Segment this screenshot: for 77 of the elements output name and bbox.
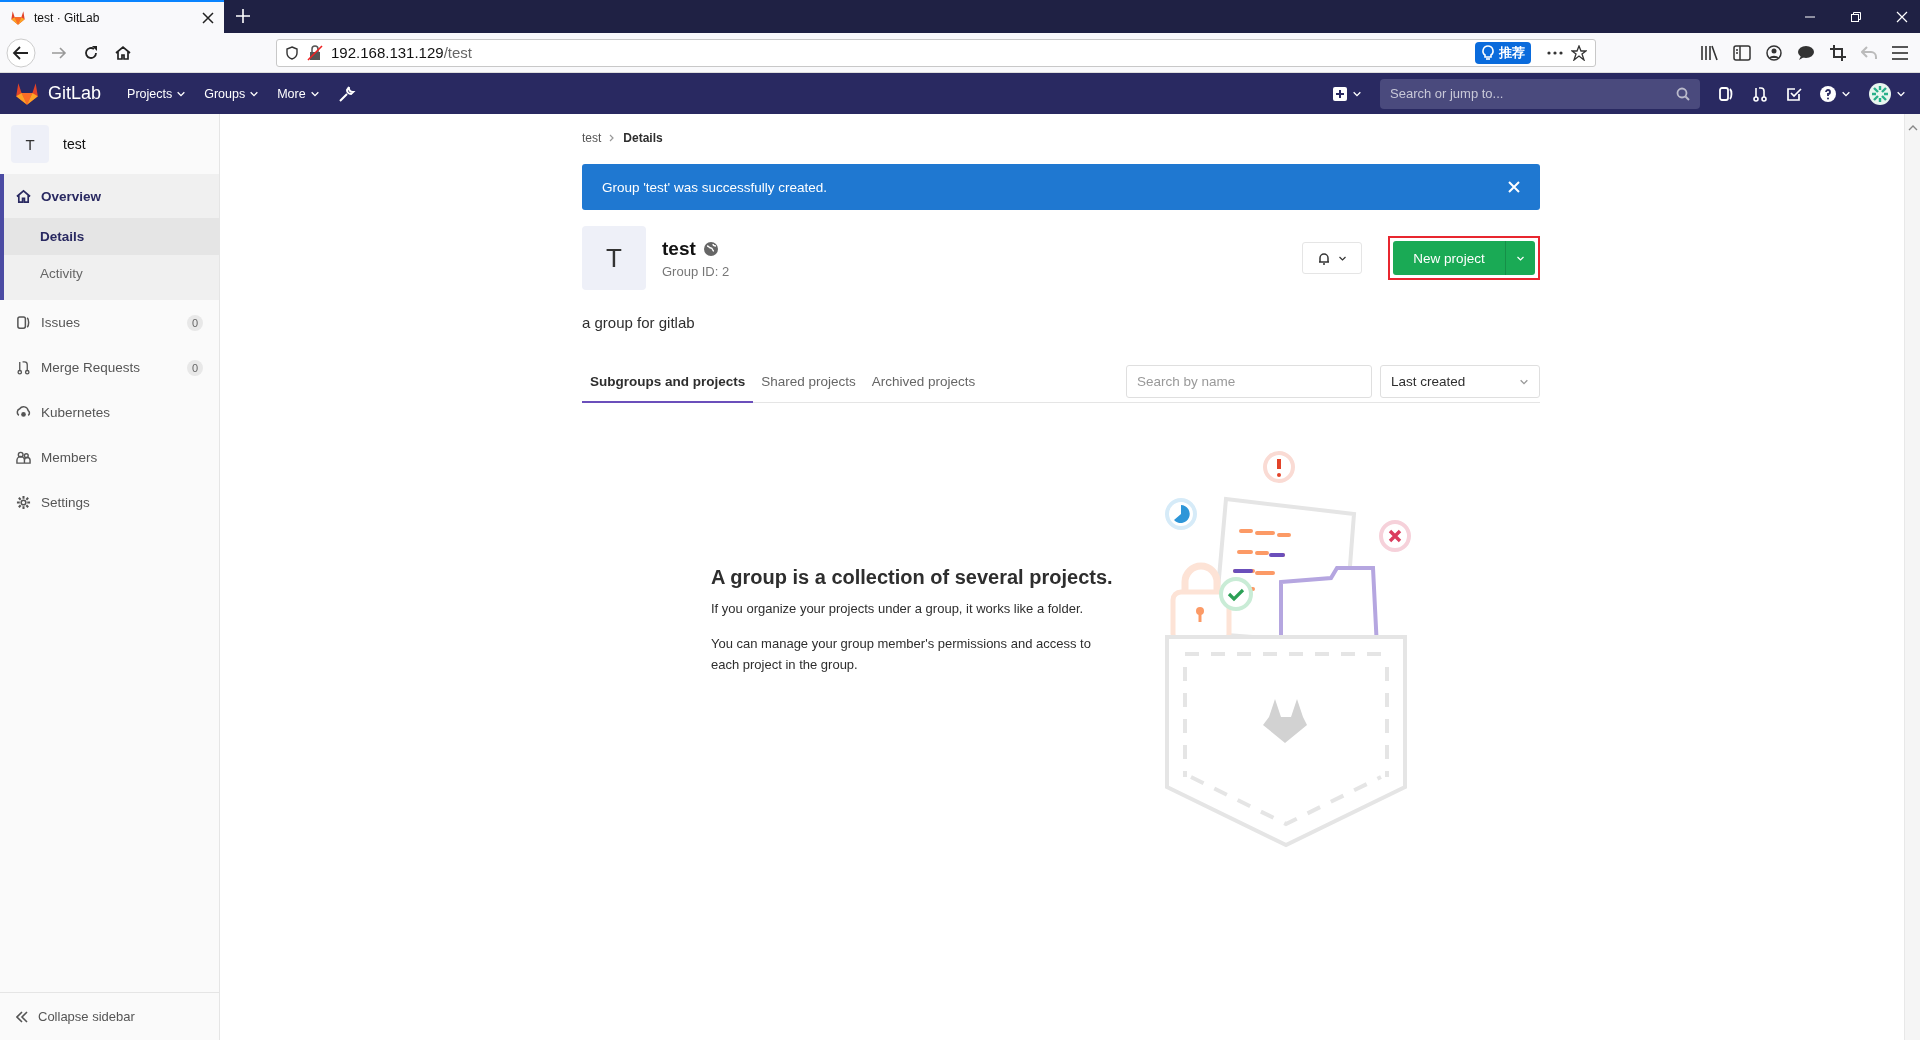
empty-state-title: A group is a collection of several projects. xyxy=(711,566,1114,590)
breadcrumb-link[interactable]: test xyxy=(582,131,602,145)
merge-request-icon xyxy=(16,360,31,375)
sidebar-item[interactable]: Kubernetes xyxy=(0,390,219,435)
tab[interactable]: Subgroups and projects xyxy=(582,361,754,403)
back-icon[interactable] xyxy=(6,37,36,68)
wrench-icon[interactable] xyxy=(337,84,356,103)
sidebar-item[interactable]: Merge Requests 0 xyxy=(0,345,219,390)
count-badge: 0 xyxy=(186,359,203,376)
chat-icon[interactable] xyxy=(1797,44,1815,61)
group-avatar: T xyxy=(11,125,49,163)
help-dropdown-button[interactable] xyxy=(1820,85,1851,102)
members-icon xyxy=(16,450,31,465)
scroll-up-icon xyxy=(1907,124,1918,132)
plus-square-icon xyxy=(1333,86,1347,101)
search-icon xyxy=(1676,86,1690,101)
help-icon xyxy=(1820,85,1836,102)
browser-tab[interactable]: test · GitLab xyxy=(0,0,224,33)
collapse-sidebar-button[interactable]: Collapse sidebar xyxy=(0,992,219,1040)
group-name[interactable]: test xyxy=(63,136,86,152)
crop-icon[interactable] xyxy=(1830,44,1846,61)
url-text: 192.168.131.129/test xyxy=(331,44,473,61)
star-icon[interactable] xyxy=(1571,44,1587,61)
count-badge: 0 xyxy=(186,314,203,331)
avatar-icon xyxy=(1869,82,1891,105)
notification-dropdown-button[interactable] xyxy=(1302,242,1362,274)
user-menu-button[interactable] xyxy=(1869,82,1906,105)
restore-icon[interactable] xyxy=(1850,10,1862,23)
bell-icon xyxy=(1317,251,1330,265)
settings-icon xyxy=(16,495,31,510)
search-field[interactable]: Search or jump to... xyxy=(1380,78,1700,109)
sidebar-subitem[interactable]: Details xyxy=(4,218,219,255)
home-icon xyxy=(16,188,31,204)
library-icon[interactable] xyxy=(1700,44,1718,61)
chevron-right-icon xyxy=(609,134,616,142)
issues-icon[interactable] xyxy=(1718,85,1734,102)
sidebar-item[interactable]: Settings xyxy=(0,480,219,525)
sort-dropdown[interactable]: Last created xyxy=(1380,365,1540,398)
tab[interactable]: Shared projects xyxy=(753,361,864,403)
sidebar-icon[interactable] xyxy=(1733,44,1751,61)
sidebar-item[interactable]: Members xyxy=(0,435,219,480)
nav-menu[interactable]: More xyxy=(277,86,320,101)
sidebar-item[interactable]: Issues 0 xyxy=(0,300,219,345)
address-bar[interactable]: 192.168.131.129/test 推荐 xyxy=(276,38,1596,67)
new-dropdown-button[interactable] xyxy=(1333,86,1362,101)
home-icon[interactable] xyxy=(114,43,132,62)
todo-icon[interactable] xyxy=(1786,85,1802,102)
empty-state-text: If you organize your projects under a group, it works like a folder. xyxy=(711,600,1085,619)
reload-icon[interactable] xyxy=(82,43,100,62)
sidebar-subitem[interactable]: Activity xyxy=(4,255,219,292)
issues-icon xyxy=(16,315,31,330)
menu-icon[interactable] xyxy=(1892,45,1908,60)
search-field[interactable]: Search by name xyxy=(1126,365,1372,398)
alert-message: Group 'test' was successfully created. xyxy=(602,179,827,195)
lightbulb-icon xyxy=(1481,44,1495,61)
double-chevron-left-icon xyxy=(16,1010,28,1023)
nav-menu[interactable]: Groups xyxy=(204,86,260,101)
more-icon[interactable] xyxy=(1547,50,1563,55)
group-title: test xyxy=(662,237,696,260)
group-id: Group ID: 2 xyxy=(662,263,730,279)
group-description: a group for gitlab xyxy=(582,314,696,331)
merge-request-icon[interactable] xyxy=(1752,85,1768,102)
insecure-lock-icon xyxy=(307,44,323,61)
nav-menu[interactable]: Projects xyxy=(127,86,187,101)
sidebar-item[interactable]: Overview xyxy=(4,174,219,218)
breadcrumb-link[interactable]: Details xyxy=(623,131,663,145)
brand-name[interactable]: GitLab xyxy=(48,83,102,104)
cloud-icon xyxy=(16,405,31,420)
group-avatar: T xyxy=(582,226,646,290)
account-icon[interactable] xyxy=(1766,44,1782,61)
empty-state-text: You can manage your group member's permissions and access to each project in the group. xyxy=(711,635,1092,674)
gitlab-logo-icon xyxy=(10,9,26,26)
recommend-button[interactable]: 推荐 xyxy=(1475,41,1531,64)
shield-icon xyxy=(285,45,299,60)
plus-icon[interactable] xyxy=(236,9,250,23)
tab[interactable]: Archived projects xyxy=(863,361,984,403)
close-icon[interactable] xyxy=(202,11,214,24)
